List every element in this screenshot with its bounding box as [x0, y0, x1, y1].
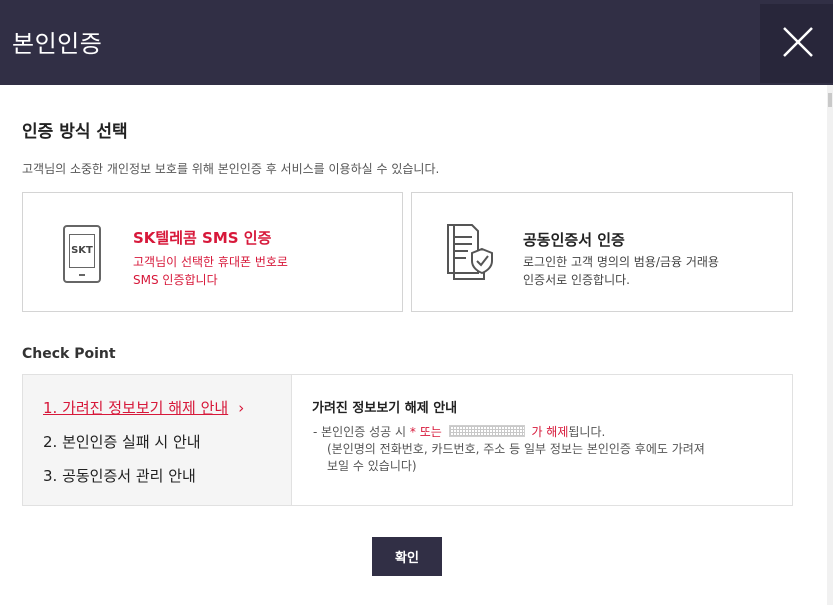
- checkpoint-item-unmask-info[interactable]: 1. 가려진 정보보기 해제 안내 ›: [43, 397, 244, 418]
- scrollbar-thumb[interactable]: [828, 93, 832, 107]
- chevron-right-icon: ›: [238, 399, 245, 417]
- checkpoint-item-certificate-management[interactable]: 3. 공동인증서 관리 안내: [43, 465, 196, 486]
- certificate-auth-description: 로그인한 고객 명의의 범용/금융 거래용 인증서로 인증합니다.: [523, 255, 719, 287]
- checkpoint-detail-body: - 본인인증 성공 시 * 또는 가 해제됩니다. (본인명의 전화번호, 카드…: [313, 425, 705, 473]
- certificate-auth-title: 공동인증서 인증: [523, 231, 625, 249]
- close-icon: [783, 27, 813, 57]
- sms-auth-title: SK텔레콤 SMS 인증: [133, 229, 272, 247]
- checkpoint-menu: 1. 가려진 정보보기 해제 안내 › 2. 본인인증 실패 시 안내 3. 공동…: [23, 375, 292, 505]
- certificate-auth-option[interactable]: 공동인증서 인증 로그인한 고객 명의의 범용/금융 거래용 인증서로 인증합니…: [411, 192, 793, 312]
- phone-icon-label: SKT: [69, 234, 95, 268]
- modal-title: 본인인증: [12, 30, 103, 58]
- certificate-icon: [447, 224, 493, 280]
- masked-pattern-icon: [448, 425, 525, 437]
- phone-icon: SKT: [63, 225, 101, 283]
- scrollbar[interactable]: [827, 85, 833, 605]
- modal-header: 본인인증: [0, 0, 833, 85]
- close-button[interactable]: [760, 4, 833, 83]
- checkpoint-panel: 1. 가려진 정보보기 해제 안내 › 2. 본인인증 실패 시 안내 3. 공동…: [22, 374, 793, 506]
- section-description: 고객님의 소중한 개인정보 보호를 위해 본인인증 후 서비스를 이용하실 수 …: [22, 162, 440, 176]
- section-title: 인증 방식 선택: [22, 122, 128, 142]
- confirm-button[interactable]: 확인: [372, 537, 442, 576]
- checkpoint-title: Check Point: [22, 346, 116, 362]
- sms-auth-description: 고객님이 선택한 휴대폰 번호로 SMS 인증합니다: [133, 255, 288, 287]
- checkpoint-item-auth-failure[interactable]: 2. 본인인증 실패 시 안내: [43, 431, 201, 452]
- sms-auth-option[interactable]: SKT SK텔레콤 SMS 인증 고객님이 선택한 휴대폰 번호로 SMS 인증…: [22, 192, 403, 312]
- checkpoint-detail-title: 가려진 정보보기 해제 안내: [312, 401, 458, 416]
